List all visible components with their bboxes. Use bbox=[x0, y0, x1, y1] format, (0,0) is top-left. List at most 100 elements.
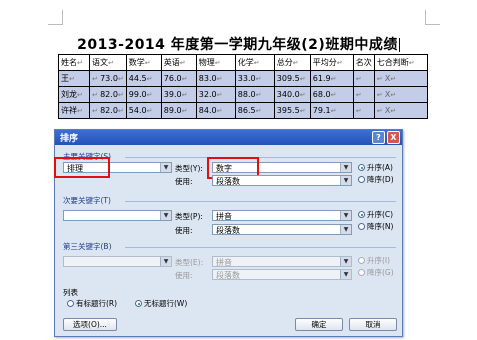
chevron-down-icon: ▼ bbox=[340, 270, 351, 279]
primary-type-label: 类型(Y): bbox=[175, 164, 203, 173]
tertiary-desc-radio: 降序(G) bbox=[358, 267, 394, 278]
chevron-down-icon[interactable]: ▼ bbox=[340, 163, 351, 172]
table-cell[interactable]: ↵ bbox=[352, 102, 375, 119]
table-cell[interactable]: 54.0↵ bbox=[125, 102, 162, 119]
tertiary-using-select: 段落数 ▼ bbox=[212, 269, 352, 280]
table-cell[interactable]: 340.0↵ bbox=[273, 86, 311, 103]
radio-icon bbox=[358, 269, 365, 276]
no-header-radio[interactable]: 无标题行(W) bbox=[135, 298, 187, 309]
table-header-cell[interactable]: 物理↵ bbox=[195, 54, 236, 71]
secondary-type-select[interactable]: 拼音 ▼ bbox=[212, 210, 352, 221]
table-cell[interactable]: 395.5↵ bbox=[273, 102, 311, 119]
tertiary-using-label: 使用: bbox=[175, 271, 193, 280]
table-cell[interactable]: 39.0↵ bbox=[160, 86, 197, 103]
text-cursor bbox=[398, 38, 400, 52]
table-cell[interactable]: ↵ 82.0↵ bbox=[89, 86, 127, 103]
table-cell[interactable]: ↵ bbox=[352, 70, 375, 87]
radio-icon bbox=[358, 176, 365, 183]
section-divider bbox=[125, 201, 396, 202]
table-cell[interactable]: 68.0↵ bbox=[309, 86, 354, 103]
table-cell[interactable]: 84.0↵ bbox=[195, 102, 236, 119]
chevron-down-icon[interactable]: ▼ bbox=[340, 176, 351, 185]
tertiary-type-label: 类型(E): bbox=[175, 258, 204, 267]
table-header-cell[interactable]: 数学↵ bbox=[125, 54, 162, 71]
options-button[interactable]: 选项(O)... bbox=[63, 318, 117, 331]
table-cell[interactable]: ↵ X↵ bbox=[373, 102, 428, 119]
primary-asc-radio[interactable]: 升序(A) bbox=[358, 162, 393, 173]
table-cell[interactable]: 309.5↵ bbox=[273, 70, 311, 87]
secondary-key-select[interactable]: ▼ bbox=[63, 210, 172, 221]
table-header-cell[interactable]: 名次 bbox=[352, 54, 375, 71]
highlight-box bbox=[54, 157, 110, 178]
table-cell[interactable]: 33.0↵ bbox=[234, 70, 275, 87]
page-corner-mark bbox=[48, 10, 63, 25]
table-cell[interactable]: 83.0↵ bbox=[195, 70, 236, 87]
list-label: 列表 bbox=[63, 288, 78, 297]
primary-using-select[interactable]: 段落数 ▼ bbox=[212, 175, 352, 186]
table-cell[interactable]: ↵ X↵ bbox=[373, 70, 428, 87]
dialog-titlebar[interactable]: 排序 ? X bbox=[55, 130, 402, 145]
table-cell[interactable]: ↵ 73.0↵ bbox=[89, 70, 127, 87]
table-cell[interactable]: 76.0↵ bbox=[160, 70, 197, 87]
table-header-cell[interactable]: 化学↵ bbox=[234, 54, 275, 71]
table-cell[interactable]: 61.9↵ bbox=[309, 70, 354, 87]
document-title-text: 2013-2014 年度第一学期九年级(2)班期中成绩 bbox=[77, 37, 398, 53]
table-cell[interactable]: ↵ 82.0↵ bbox=[89, 102, 127, 119]
primary-using-value: 段落数 bbox=[216, 177, 240, 186]
secondary-key-label: 次要关键字(T) bbox=[63, 196, 111, 205]
table-cell[interactable]: ↵ bbox=[352, 86, 375, 103]
secondary-desc-radio[interactable]: 降序(N) bbox=[358, 221, 393, 232]
radio-icon bbox=[358, 223, 365, 230]
table-header-cell[interactable]: 总分↵ bbox=[273, 54, 311, 71]
cancel-button[interactable]: 取消 bbox=[349, 318, 397, 331]
radio-selected-icon bbox=[358, 164, 365, 171]
sort-dialog: 排序 ? X 主要关键字(S) 排理 ▼ 类型(Y): 数字 ▼ 使用: 段落数 ▼ … bbox=[54, 129, 403, 337]
table-header-cell[interactable]: 英语↵ bbox=[160, 54, 197, 71]
tertiary-type-select: 拼音 ▼ bbox=[212, 256, 352, 267]
table-cell[interactable]: 89.0↵ bbox=[160, 102, 197, 119]
table-header-cell[interactable]: 姓名↵ bbox=[58, 54, 90, 71]
table-cell[interactable]: 王↵ bbox=[58, 70, 90, 87]
table-row[interactable]: 许祥↵ ↵ 82.0↵ 54.0↵ 89.0↵ 84.0↵ 86.5↵ 395.… bbox=[58, 102, 428, 119]
table-cell[interactable]: 刘龙↵ bbox=[58, 86, 90, 103]
chevron-down-icon[interactable]: ▼ bbox=[160, 211, 171, 220]
table-cell[interactable]: 44.5↵ bbox=[125, 70, 162, 87]
close-icon[interactable]: X bbox=[387, 131, 400, 144]
chevron-down-icon: ▼ bbox=[160, 257, 171, 266]
table-row[interactable]: 刘龙↵ ↵ 82.0↵ 99.0↵ 39.0↵ 32.0↵ 88.0↵ 340.… bbox=[58, 86, 428, 103]
chevron-down-icon[interactable]: ▼ bbox=[340, 225, 351, 234]
table-cell[interactable]: 99.0↵ bbox=[125, 86, 162, 103]
table-row[interactable]: 王↵ ↵ 73.0↵ 44.5↵ 76.0↵ 83.0↵ 33.0↵ 309.5… bbox=[58, 70, 428, 87]
ok-button[interactable]: 确定 bbox=[295, 318, 343, 331]
tertiary-key-label: 第三关键字(B) bbox=[63, 242, 112, 251]
table-header-cell[interactable]: 七合判断↵ bbox=[373, 54, 428, 71]
table-cell[interactable]: ↵ X↵ bbox=[373, 86, 428, 103]
radio-selected-icon bbox=[135, 300, 142, 307]
dialog-title: 排序 bbox=[60, 134, 79, 144]
table-cell[interactable]: 86.5↵ bbox=[234, 102, 275, 119]
table-cell[interactable]: 79.1↵ bbox=[309, 102, 354, 119]
primary-desc-radio[interactable]: 降序(D) bbox=[358, 174, 394, 185]
secondary-using-label: 使用: bbox=[175, 226, 193, 235]
document-title: 2013-2014 年度第一学期九年级(2)班期中成绩 bbox=[0, 34, 477, 54]
radio-selected-icon bbox=[358, 211, 365, 218]
secondary-using-select[interactable]: 段落数 ▼ bbox=[212, 224, 352, 235]
titlebar-buttons: ? X bbox=[372, 131, 400, 144]
table-header-cell[interactable]: 平均分↵ bbox=[309, 54, 354, 71]
chevron-down-icon[interactable]: ▼ bbox=[160, 163, 171, 172]
table-cell[interactable]: 32.0↵ bbox=[195, 86, 236, 103]
table-header-cell[interactable]: 语文↵ bbox=[89, 54, 127, 71]
table-header-row: 姓名↵ 语文↵ 数学↵ 英语↵ 物理↵ 化学↵ 总分↵ 平均分↵ 名次 七合判断… bbox=[58, 54, 428, 71]
secondary-asc-radio[interactable]: 升序(C) bbox=[358, 209, 393, 220]
tertiary-asc-radio: 升序(I) bbox=[358, 255, 390, 266]
radio-icon bbox=[358, 257, 365, 264]
table-cell[interactable]: 许祥↵ bbox=[58, 102, 90, 119]
tertiary-key-select: ▼ bbox=[63, 256, 172, 267]
help-icon[interactable]: ? bbox=[372, 131, 385, 144]
section-divider bbox=[125, 247, 396, 248]
primary-using-label: 使用: bbox=[175, 177, 193, 186]
table-cell[interactable]: 88.0↵ bbox=[234, 86, 275, 103]
has-header-radio[interactable]: 有标题行(R) bbox=[67, 298, 117, 309]
page-corner-mark bbox=[425, 10, 440, 25]
chevron-down-icon[interactable]: ▼ bbox=[340, 211, 351, 220]
